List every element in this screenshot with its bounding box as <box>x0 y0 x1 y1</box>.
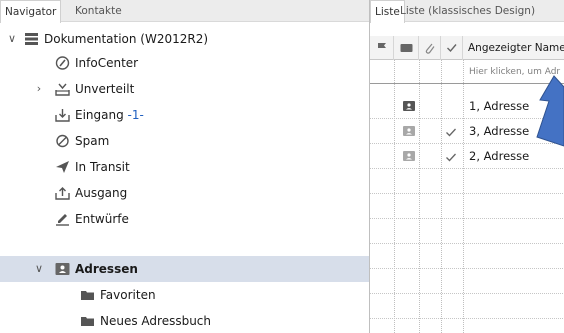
contact-name: 3, Adresse <box>469 124 530 138</box>
column-header-display-name[interactable]: Angezeigter Name <box>463 36 564 60</box>
table-row[interactable]: 2, Adresse <box>370 144 564 169</box>
tree-item-label: Spam <box>75 134 110 148</box>
checkmark-icon <box>446 128 456 137</box>
filter-input[interactable]: Hier klicken, um Adr <box>469 60 564 84</box>
draft-pencil-icon <box>56 214 69 226</box>
empty-row <box>370 319 564 333</box>
column-header-type[interactable] <box>394 36 419 60</box>
tree-item-entwuerfe[interactable]: Entwürfe <box>0 206 369 232</box>
contact-card-icon <box>403 101 415 111</box>
tab-navigator[interactable]: Navigator <box>0 0 62 23</box>
infocenter-icon <box>55 56 70 70</box>
navigator-pane: Navigator Kontakte ∨ Dokumentation (W201… <box>0 0 369 333</box>
table-row[interactable]: 3, Adresse <box>370 119 564 144</box>
tree-item-label: Adressen <box>75 262 138 276</box>
column-header-attachment[interactable] <box>419 36 441 60</box>
tree-item-label: In Transit <box>75 160 130 174</box>
column-header-done[interactable] <box>441 36 463 60</box>
tree-item-eingang[interactable]: Eingang -1- <box>0 102 369 128</box>
tree-item-favoriten[interactable]: Favoriten <box>0 282 369 308</box>
outbox-icon <box>55 187 70 200</box>
checkmark-icon <box>446 153 456 162</box>
contact-card-icon <box>403 126 415 136</box>
checkmark-icon <box>447 44 457 53</box>
chevron-down-icon[interactable]: ∨ <box>33 256 45 282</box>
chevron-right-icon[interactable]: › <box>33 76 45 102</box>
paper-plane-icon <box>56 161 69 173</box>
quick-filter-row: Hier klicken, um Adr <box>370 60 564 84</box>
server-icon <box>25 33 38 45</box>
contact-name: 1, Adresse <box>469 99 530 113</box>
tree-item-label: InfoCenter <box>75 56 139 70</box>
tree-item-label: Neues Adressbuch <box>100 314 212 328</box>
chevron-down-icon[interactable]: ∨ <box>6 26 18 52</box>
tree-item-adressen[interactable]: ∨ Adressen <box>0 256 369 282</box>
paperclip-icon <box>425 43 435 54</box>
table-row[interactable]: 1, Adresse <box>370 94 564 119</box>
tree-item-ausgang[interactable]: Ausgang <box>0 180 369 206</box>
tree-item-label: Entwürfe <box>75 212 129 226</box>
contact-name: 2, Adresse <box>469 149 530 163</box>
empty-row <box>370 294 564 319</box>
tree-item-neues-adressbuch[interactable]: Neues Adressbuch <box>0 308 369 333</box>
unread-count-badge: -1- <box>127 108 144 122</box>
flag-icon <box>378 43 386 53</box>
tree-item-label: Favoriten <box>100 288 156 302</box>
address-card-icon <box>55 263 70 275</box>
contact-card-icon <box>403 151 415 161</box>
empty-row <box>370 269 564 294</box>
message-list-pane: Liste Liste (klassisches Design) Angezei… <box>369 0 564 333</box>
tree-item-label: Unverteilt <box>75 82 135 96</box>
tree-item-unverteilt[interactable]: › Unverteilt <box>0 76 369 102</box>
unsorted-tray-icon <box>55 83 70 96</box>
tree-item-label: Eingang <box>75 108 124 122</box>
empty-row <box>370 194 564 219</box>
tree-item-dokumentation[interactable]: ∨ Dokumentation (W2012R2) <box>0 26 369 52</box>
tree-item-label-group: Eingang -1- <box>75 102 144 128</box>
column-header-flag[interactable] <box>370 36 394 60</box>
tree-item-in-transit[interactable]: In Transit <box>0 154 369 180</box>
card-icon <box>400 44 413 52</box>
folder-icon <box>81 317 94 326</box>
empty-row <box>370 169 564 194</box>
spam-icon <box>56 134 69 148</box>
empty-row <box>370 219 564 244</box>
empty-row <box>370 244 564 269</box>
tree-item-label: Dokumentation (W2012R2) <box>44 32 209 46</box>
tab-kontakte[interactable]: Kontakte <box>71 0 126 22</box>
right-tab-bar: Liste Liste (klassisches Design) <box>370 0 564 23</box>
tab-liste-klassisch[interactable]: Liste (klassisches Design) <box>396 0 539 22</box>
tree-item-infocenter[interactable]: InfoCenter <box>0 50 369 76</box>
column-header-row: Angezeigter Name <box>370 36 564 60</box>
inbox-icon <box>55 109 70 122</box>
tree-item-spam[interactable]: Spam <box>0 128 369 154</box>
left-tab-bar: Navigator Kontakte <box>0 0 369 23</box>
folder-icon <box>81 291 94 300</box>
tree-item-label: Ausgang <box>75 186 128 200</box>
